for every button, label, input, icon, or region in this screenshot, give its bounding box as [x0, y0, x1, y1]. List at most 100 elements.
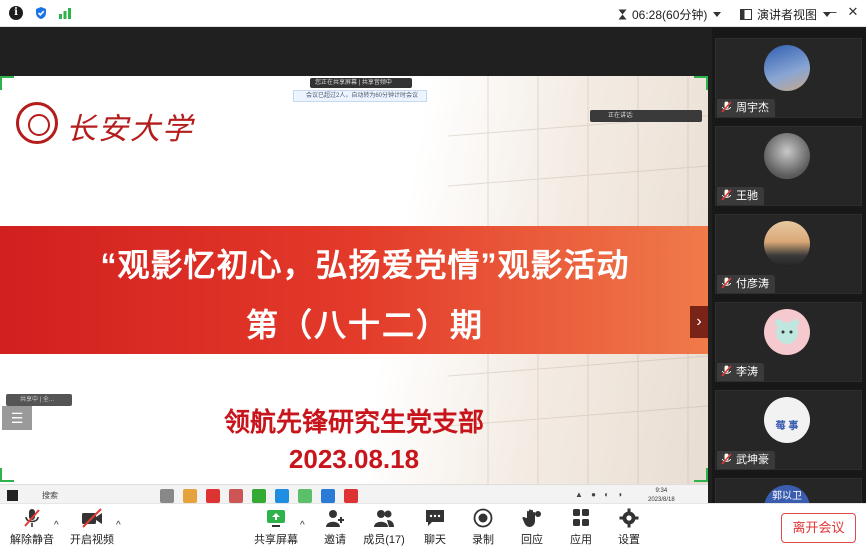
video-off-icon [82, 508, 102, 528]
members-label: 成员(17) [363, 534, 405, 546]
chevron-up-icon[interactable]: ^ [116, 520, 121, 531]
chevron-up-icon[interactable]: ^ [54, 520, 59, 531]
university-logo [16, 102, 58, 144]
mic-muted-icon [721, 365, 732, 377]
system-tray[interactable]: ▲ ● ◐ ◑ [575, 490, 625, 499]
avatar-text: 莓 事 [775, 421, 799, 432]
avatar-text: 郭以卫 [772, 491, 802, 502]
signal-strength-icon[interactable] [58, 6, 72, 20]
leave-meeting-button[interactable]: 离开会议 [781, 513, 856, 543]
participant-name-tag: 周宇杰 [717, 99, 775, 117]
shield-icon[interactable] [34, 6, 48, 20]
unmute-button[interactable]: 解除静音 [4, 508, 60, 547]
windows-start-icon[interactable] [7, 490, 18, 501]
participant-tile[interactable]: 王驰 [715, 126, 862, 206]
taskbar-app-icon[interactable] [321, 489, 335, 503]
participant-name-tag: 武坤豪 [717, 451, 775, 469]
taskbar-search[interactable]: 搜索 [26, 488, 118, 503]
start-video-label: 开启视频 [70, 534, 114, 546]
share-frame-corner [694, 76, 708, 90]
record-icon [473, 508, 493, 528]
participant-tile[interactable]: 李涛 [715, 302, 862, 382]
meeting-timer[interactable]: 06:28(60分钟) [618, 6, 722, 23]
view-mode-button[interactable]: 演讲者视图 [740, 6, 832, 23]
info-icon[interactable]: i [9, 6, 23, 20]
avatar [764, 221, 810, 267]
invite-label: 邀请 [324, 534, 346, 546]
avatar [764, 133, 810, 179]
shared-screen-stage: 长安大学 “观影忆初心，弘扬爱党情”观影活动 第（八十二）期 领航先锋研究生党支… [0, 28, 712, 506]
view-mode-label: 演讲者视图 [757, 8, 818, 22]
taskbar-app-icon[interactable] [275, 489, 289, 503]
mic-muted-icon [721, 189, 732, 201]
taskbar-app-icon[interactable] [344, 489, 358, 503]
mic-muted-icon [24, 509, 40, 527]
slide-issue: 第（八十二）期 [245, 307, 484, 343]
layout-icon [740, 9, 752, 20]
participant-panel: 周宇杰 王驰 付彦涛 李涛 莓 事 武坤豪 郭以卫 [712, 28, 866, 506]
mic-muted-icon [721, 453, 732, 465]
members-button[interactable]: 成员(17) [356, 508, 412, 547]
floating-share-tag[interactable]: 共享中 | 全... [6, 394, 72, 406]
close-icon[interactable]: ✕ [845, 4, 861, 20]
settings-button[interactable]: 设置 [601, 508, 657, 547]
hourglass-icon [618, 9, 627, 20]
taskbar-app-icon[interactable] [229, 489, 243, 503]
meeting-notice: 会议已超过2人，自动转为60分钟计时会议 [293, 90, 427, 102]
settings-label: 设置 [618, 534, 640, 546]
share-screen-button[interactable]: 共享屏幕 [248, 508, 304, 547]
chevron-up-icon[interactable]: ^ [300, 520, 305, 531]
record-button[interactable]: 录制 [455, 508, 511, 547]
taskbar-app-icon[interactable] [298, 489, 312, 503]
participant-tile[interactable]: 付彦涛 [715, 214, 862, 294]
participant-name: 武坤豪 [736, 454, 769, 466]
share-screen-icon [267, 510, 285, 527]
avatar [764, 309, 810, 355]
participant-name-tag: 李涛 [717, 363, 764, 381]
share-frame-corner [0, 468, 14, 482]
taskbar-app-icon[interactable] [206, 489, 220, 503]
unmute-label: 解除静音 [10, 534, 54, 546]
participant-name: 王驰 [736, 190, 758, 202]
gear-icon [619, 508, 639, 528]
timer-text: 06:28(60分钟) [632, 8, 708, 22]
mic-muted-icon [721, 101, 732, 113]
notice-text: 会议已超过2人，自动转为60分钟计时会议 [306, 93, 419, 99]
presentation-slide: 长安大学 “观影忆初心，弘扬爱党情”观影活动 第（八十二）期 领航先锋研究生党支… [0, 76, 708, 484]
chevron-down-icon [713, 12, 722, 17]
participant-name: 付彦涛 [736, 278, 769, 290]
slide-title: “观影忆初心，弘扬爱党情”观影活动 [100, 247, 630, 283]
invite-button[interactable]: 邀请 [307, 508, 363, 547]
share-status-bar[interactable]: 您正在共享屏幕 | 共享音频中 [310, 78, 412, 88]
reactions-label: 回应 [521, 534, 543, 546]
avatar: 莓 事 [764, 397, 810, 443]
speaking-indicator: 正在讲话: [590, 110, 702, 122]
chat-icon [426, 510, 444, 526]
university-name: 长安大学 [66, 112, 194, 147]
next-slide-arrow[interactable]: › [690, 306, 708, 338]
top-bar: i 06:28(60分钟) 演讲者视图 — ✕ [0, 0, 866, 27]
taskbar-app-icon[interactable] [183, 489, 197, 503]
apps-grid-icon [573, 509, 589, 526]
members-icon [374, 510, 394, 527]
record-label: 录制 [472, 534, 494, 546]
participant-tile[interactable]: 莓 事 武坤豪 [715, 390, 862, 470]
minimize-icon[interactable]: — [822, 4, 838, 19]
share-frame-corner [0, 76, 14, 90]
taskbar-app-icon[interactable] [160, 489, 174, 503]
share-frame-corner [694, 468, 708, 482]
taskbar-search-label: 搜索 [42, 491, 58, 500]
taskbar-time: 9:34 [655, 488, 668, 494]
meeting-toolbar: 解除静音 ^ 开启视频 ^ 共享屏幕 ^ 邀请 成员(17) 聊天 录制 回应 … [0, 503, 866, 550]
reactions-button[interactable]: 回应 [504, 508, 560, 547]
participant-tile[interactable]: 周宇杰 [715, 38, 862, 118]
list-icon[interactable]: ☰ [2, 406, 32, 430]
participant-tile[interactable]: 郭以卫 [715, 478, 862, 506]
participant-name-tag: 王驰 [717, 187, 764, 205]
share-screen-label: 共享屏幕 [254, 534, 298, 546]
taskbar-app-icon[interactable] [252, 489, 266, 503]
mic-muted-icon [721, 277, 732, 289]
shared-screen[interactable]: 长安大学 “观影忆初心，弘扬爱党情”观影活动 第（八十二）期 领航先锋研究生党支… [0, 76, 708, 506]
start-video-button[interactable]: 开启视频 [64, 508, 120, 547]
slide-department: 领航先锋研究生党支部 [223, 407, 484, 437]
